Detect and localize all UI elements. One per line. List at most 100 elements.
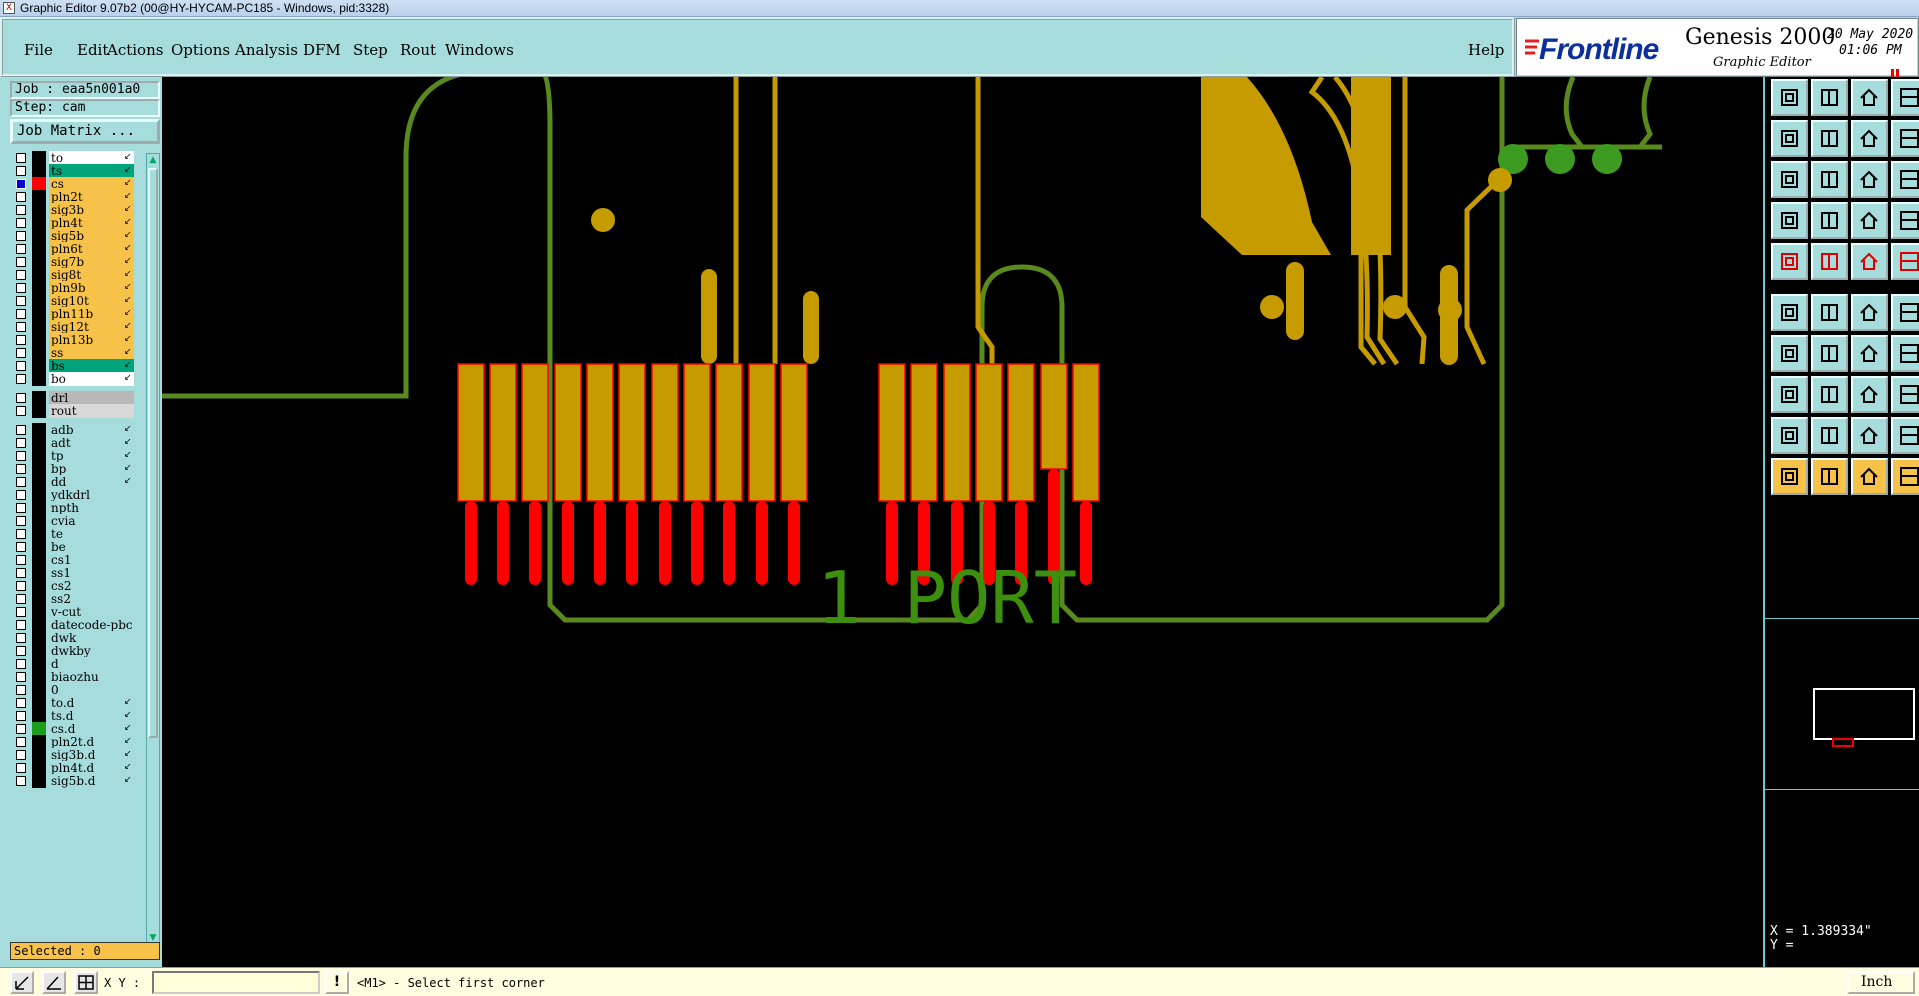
snap-icon[interactable] [1851, 202, 1888, 239]
layer-row[interactable]: cs2 [12, 579, 134, 593]
layer-name[interactable]: ss1 [49, 566, 134, 580]
layer-name[interactable]: pln4t [49, 216, 134, 230]
layer-checkbox[interactable] [16, 503, 26, 513]
layer-name[interactable]: ts.d [49, 709, 134, 723]
layer-checkbox[interactable] [16, 393, 26, 403]
scale-1-2-icon[interactable] [1851, 161, 1888, 198]
line-icon[interactable] [1851, 243, 1888, 280]
layer-row[interactable]: adt ↙ [12, 436, 134, 450]
layer-checkbox[interactable] [16, 646, 26, 656]
angle-icon[interactable] [1771, 335, 1808, 372]
layer-row[interactable]: bp ↙ [12, 462, 134, 476]
layer-name[interactable]: sig7b [49, 255, 134, 269]
layer-checkbox[interactable] [16, 698, 26, 708]
layer-row[interactable]: ydkdrl [12, 488, 134, 502]
layer-checkbox[interactable] [16, 406, 26, 416]
layer-color-swatch[interactable] [32, 696, 46, 710]
layer-color-swatch[interactable] [32, 618, 46, 632]
pan-icon[interactable] [1851, 120, 1888, 157]
layer-row[interactable]: tp ↙ [12, 449, 134, 463]
grid-tool-icon[interactable] [74, 971, 98, 994]
window-icon[interactable] [1891, 79, 1919, 116]
layer-affected-icon[interactable]: ↙ [124, 295, 132, 305]
menu-actions[interactable]: Actions [107, 41, 163, 59]
layer-name[interactable]: pln2t.d [49, 735, 134, 749]
scroll-up-icon[interactable]: ▲ [147, 154, 159, 166]
layer-name[interactable]: tp [49, 449, 134, 463]
layer-row[interactable]: bo ↙ [12, 372, 134, 386]
layer-checkbox[interactable] [16, 257, 26, 267]
layer-row[interactable]: bs ↙ [12, 359, 134, 373]
layer-color-swatch[interactable] [32, 151, 46, 165]
select-pin-icon[interactable] [1891, 458, 1919, 495]
layer-row[interactable]: sig8t ↙ [12, 268, 134, 282]
layer-color-swatch[interactable] [32, 203, 46, 217]
select-box-icon[interactable] [1811, 458, 1848, 495]
menu-windows[interactable]: Windows [445, 41, 514, 59]
layer-checkbox[interactable] [16, 737, 26, 747]
layer-name[interactable]: sig3b.d [49, 748, 134, 762]
layer-name[interactable]: ydkdrl [49, 488, 134, 502]
layer-name[interactable]: adb [49, 423, 134, 437]
layer-name[interactable]: cs1 [49, 553, 134, 567]
layer-color-swatch[interactable] [32, 709, 46, 723]
layer-color-swatch[interactable] [32, 423, 46, 437]
layer-color-swatch[interactable] [32, 722, 46, 736]
home-icon[interactable] [1851, 79, 1888, 116]
layer-color-swatch[interactable] [32, 346, 46, 360]
layer-checkbox[interactable] [16, 153, 26, 163]
layer-name[interactable]: sig8t [49, 268, 134, 282]
slash-icon[interactable] [1811, 335, 1848, 372]
layer-name[interactable]: sig5b.d [49, 774, 134, 788]
zoom-back-icon[interactable] [1811, 79, 1848, 116]
layer-name[interactable]: to.d [49, 696, 134, 710]
layer-row[interactable]: cvia [12, 514, 134, 528]
layer-name[interactable]: ts [49, 164, 134, 178]
layer-affected-icon[interactable]: ↙ [124, 191, 132, 201]
layer-row[interactable]: sig10t ↙ [12, 294, 134, 308]
layer-affected-icon[interactable]: ↙ [124, 373, 132, 383]
pcb-drawing[interactable]: 1 PORT [162, 77, 1763, 967]
layer-checkbox[interactable] [16, 374, 26, 384]
menu-help[interactable]: Help [1468, 41, 1504, 59]
layer-name[interactable]: ss2 [49, 592, 134, 606]
layer-checkbox[interactable] [16, 451, 26, 461]
layer-checkbox[interactable] [16, 179, 26, 189]
layer-color-swatch[interactable] [32, 320, 46, 334]
layer-checkbox[interactable] [16, 425, 26, 435]
layer-color-swatch[interactable] [32, 774, 46, 788]
layer-color-swatch[interactable] [32, 333, 46, 347]
layer-checkbox[interactable] [16, 490, 26, 500]
layer-name[interactable]: adt [49, 436, 134, 450]
layer-affected-icon[interactable]: ↙ [124, 762, 132, 772]
layer-affected-icon[interactable]: ↙ [124, 230, 132, 240]
menu-rout[interactable]: Rout [400, 41, 436, 59]
layer-name[interactable]: drl [49, 391, 134, 405]
layer-scrollbar[interactable]: ▲ ▼ [146, 153, 160, 945]
menu-file[interactable]: File [24, 41, 53, 59]
layer-affected-icon[interactable]: ↙ [124, 424, 132, 434]
connect-icon[interactable] [1771, 294, 1808, 331]
layer-checkbox[interactable] [16, 477, 26, 487]
layer-color-swatch[interactable] [32, 735, 46, 749]
layer-checkbox[interactable] [16, 516, 26, 526]
layer-row[interactable]: d [12, 657, 134, 671]
layer-name[interactable]: dd [49, 475, 134, 489]
layer-name[interactable]: biaozhu [49, 670, 134, 684]
layer-checkbox[interactable] [16, 205, 26, 215]
layer-color-swatch[interactable] [32, 404, 46, 418]
layer-row[interactable]: te [12, 527, 134, 541]
layer-name[interactable]: sig5b [49, 229, 134, 243]
layer-color-swatch[interactable] [32, 372, 46, 386]
layer-affected-icon[interactable]: ↙ [124, 152, 132, 162]
minus-icon[interactable] [1811, 376, 1848, 413]
layer-name[interactable]: npth [49, 501, 134, 515]
layer-row[interactable]: pln11b ↙ [12, 307, 134, 321]
layer-color-swatch[interactable] [32, 657, 46, 671]
layer-name[interactable]: pln6t [49, 242, 134, 256]
layer-name[interactable]: cs.d [49, 722, 134, 736]
layer-row[interactable]: sig3b.d ↙ [12, 748, 134, 762]
layer-affected-icon[interactable]: ↙ [124, 243, 132, 253]
layer-row[interactable]: dwkby [12, 644, 134, 658]
layer-checkbox[interactable] [16, 555, 26, 565]
